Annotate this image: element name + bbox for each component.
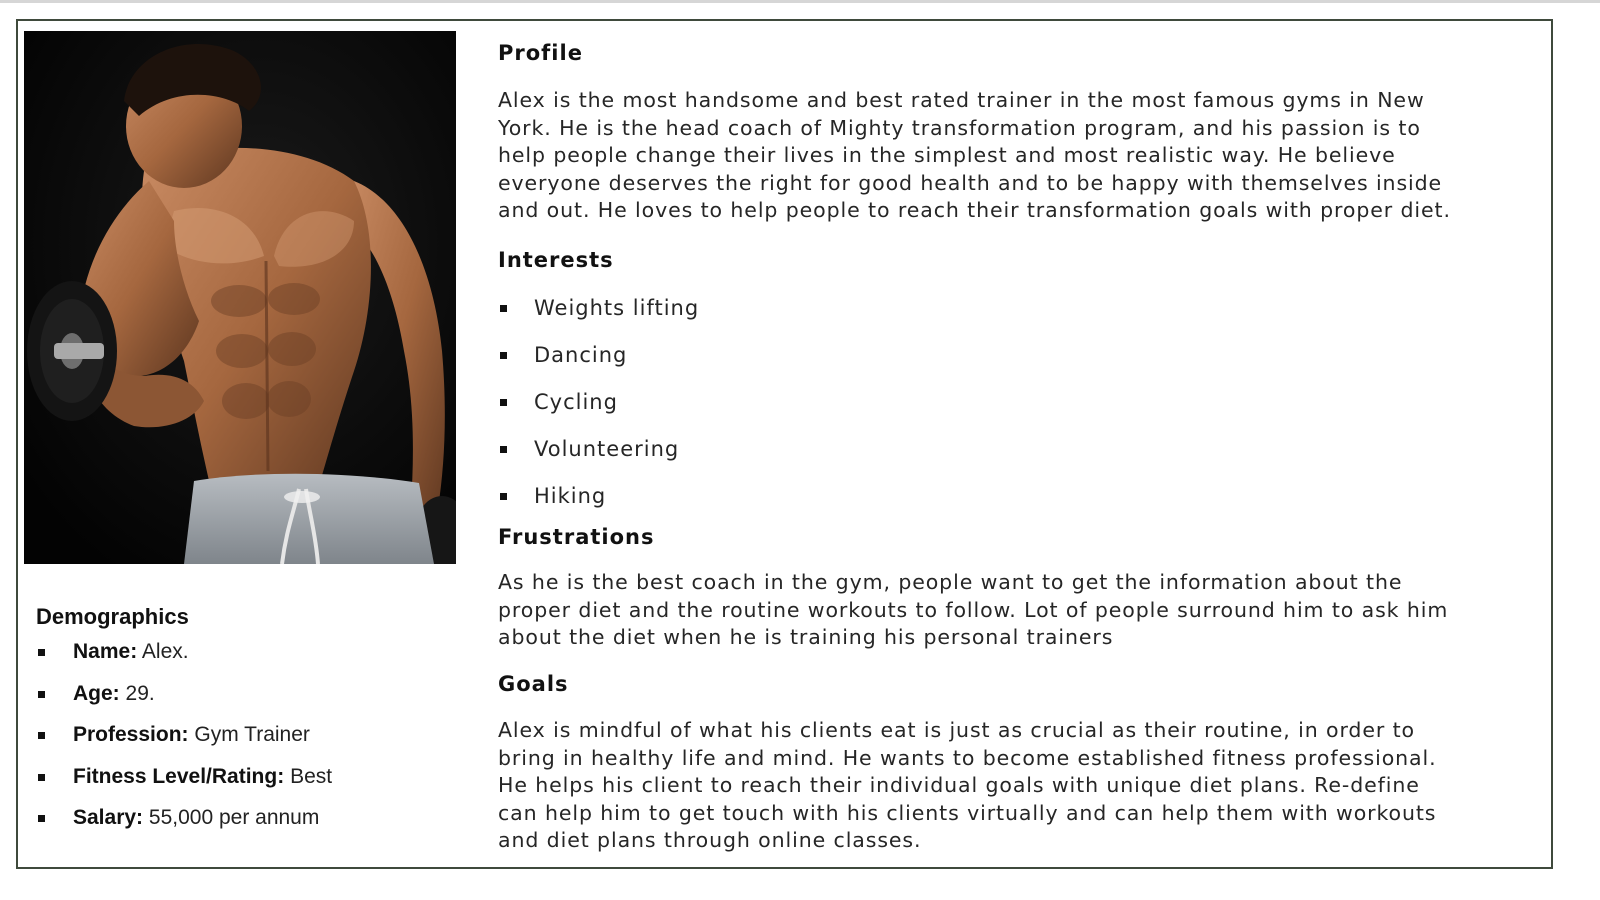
- list-item: Hiking: [498, 481, 1538, 528]
- demographics-label: Salary:: [73, 806, 144, 829]
- bullet-icon: [38, 732, 45, 739]
- demographics-value: Best: [290, 764, 333, 788]
- demographics-item-age: Age: 29.: [36, 682, 466, 706]
- demographics-value: Alex.: [141, 640, 189, 663]
- demographics-label: Age:: [73, 681, 120, 705]
- list-item: Volunteering: [498, 434, 1538, 481]
- demographics-label: Profession:: [73, 723, 189, 746]
- bullet-icon: [500, 399, 507, 406]
- bullet-icon: [500, 493, 507, 500]
- frustrations-text: As he is the best coach in the gym, peop…: [498, 570, 1449, 650]
- goals-title: Goals: [498, 672, 569, 696]
- demographics-item-name: Name: Alex.: [36, 640, 466, 664]
- goals-heading: Goals: [498, 669, 1538, 717]
- demographics-label: Name:: [73, 640, 138, 663]
- demographics-section: Demographics Name: Alex. Age: 29. Profes…: [36, 604, 466, 848]
- demographics-title: Demographics: [36, 604, 189, 629]
- list-item: Weights lifting: [498, 293, 1538, 340]
- top-rule: [0, 0, 1600, 3]
- list-item: Dancing: [498, 340, 1538, 387]
- bullet-icon: [38, 690, 45, 698]
- interests-list: Weights lifting Dancing Cycling Voluntee…: [498, 293, 1538, 528]
- demographics-label: Fitness Level/Rating:: [73, 764, 285, 788]
- interests-heading: Interests: [498, 245, 1538, 293]
- profile-section: Profile: [498, 38, 1538, 87]
- interest-label: Hiking: [534, 484, 607, 508]
- interests-title: Interests: [498, 248, 614, 272]
- trainer-photo: [24, 31, 456, 564]
- demographics-value: 55,000 per annum: [148, 806, 320, 829]
- interest-label: Cycling: [534, 390, 618, 414]
- bullet-icon: [38, 773, 45, 781]
- goals-text: Alex is mindful of what his clients eat …: [498, 718, 1437, 853]
- interest-label: Dancing: [534, 343, 628, 367]
- demographics-item-profession: Profession: Gym Trainer: [36, 723, 466, 747]
- persona-content: Profile Alex is the most handsome and be…: [498, 38, 1538, 855]
- interest-label: Weights lifting: [534, 296, 700, 320]
- bullet-icon: [500, 305, 507, 312]
- dumbbell-left: [27, 281, 117, 421]
- profile-text: Alex is the most handsome and best rated…: [498, 88, 1451, 223]
- frustrations-heading: Frustrations: [498, 522, 1538, 569]
- demographics-item-fitness-level: Fitness Level/Rating: Best: [36, 765, 466, 789]
- list-item: Cycling: [498, 387, 1538, 434]
- profile-title: Profile: [498, 41, 583, 65]
- trainer-illustration: [24, 31, 456, 564]
- bullet-icon: [38, 815, 45, 822]
- demographics-value: 29.: [125, 681, 155, 705]
- interest-label: Volunteering: [534, 437, 680, 461]
- bullet-icon: [38, 649, 45, 656]
- demographics-value: Gym Trainer: [194, 723, 310, 746]
- bullet-icon: [500, 446, 507, 453]
- bullet-icon: [500, 352, 507, 359]
- demographics-item-salary: Salary: 55,000 per annum: [36, 806, 466, 830]
- demographics-list: Name: Alex. Age: 29. Profession: Gym Tra…: [36, 640, 466, 830]
